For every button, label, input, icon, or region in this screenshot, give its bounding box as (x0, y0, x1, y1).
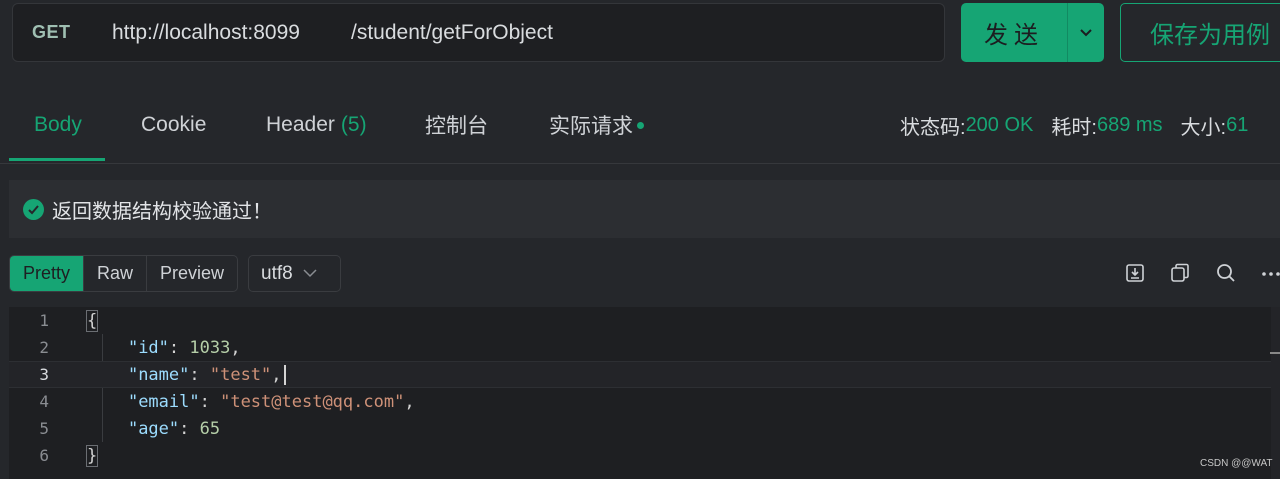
json-key: "id" (127, 337, 169, 358)
more-icon[interactable] (1258, 260, 1280, 286)
code-line: 2 "id": 1033, (9, 334, 1271, 361)
json-key: "name" (127, 364, 190, 385)
line-number: 6 (39, 446, 49, 465)
json-value: 65 (199, 418, 221, 439)
send-dropdown[interactable] (1068, 28, 1104, 38)
line-number: 2 (39, 338, 49, 357)
chevron-down-icon (303, 269, 317, 278)
active-tab-indicator (9, 158, 105, 161)
view-mode-pretty[interactable]: Pretty (10, 256, 84, 291)
tab-actual-request-label: 实际请求 (549, 115, 633, 138)
code-line: 5 "age": 65 (9, 415, 1271, 442)
json-comma: , (271, 364, 282, 385)
tab-header[interactable]: Header (5) (266, 86, 367, 164)
size-label: 大小: (1180, 116, 1227, 139)
encoding-select[interactable]: utf8 (248, 255, 341, 292)
check-circle-icon (23, 198, 44, 220)
code-line: 1 { (9, 307, 1271, 334)
header-count-badge: (5) (340, 113, 367, 136)
status-code-value: 200 OK (965, 113, 1034, 136)
send-button[interactable]: 发送 (961, 3, 1104, 62)
scrollbar-thumb[interactable] (1270, 352, 1280, 354)
line-number: 3 (39, 365, 49, 384)
copy-icon[interactable] (1167, 260, 1193, 286)
text-caret (283, 364, 286, 385)
time-value: 689 ms (1096, 113, 1163, 136)
encoding-value: utf8 (261, 262, 293, 284)
save-as-case-button[interactable]: 保存为用例 (1120, 3, 1280, 62)
response-metrics: 状态码: 200 OK 耗时: 689 ms 大小: 61 (900, 86, 1266, 164)
tab-console[interactable]: 控制台 (425, 86, 488, 164)
url-bar[interactable]: GET http://localhost:8099 /student/getFo… (12, 3, 945, 62)
json-close-brace: } (85, 444, 99, 467)
line-number: 5 (39, 419, 49, 438)
code-line: 6 } (9, 442, 1271, 469)
code-line: 4 "email": "test@test@qq.com", (9, 388, 1271, 415)
view-mode-switch: Pretty Raw Preview (9, 255, 239, 292)
view-mode-preview[interactable]: Preview (146, 256, 237, 291)
code-line-current: 3 "name": "test", (9, 361, 1271, 388)
json-key: "age" (127, 418, 180, 439)
tab-header-label: Header (266, 113, 335, 136)
tab-console-label: 控制台 (425, 115, 488, 138)
validation-message: 返回数据结构校验通过！ (52, 200, 272, 223)
url-path[interactable]: /student/getForObject (351, 21, 553, 45)
json-comma: , (404, 391, 415, 412)
download-icon[interactable] (1122, 260, 1148, 286)
json-value: 1033 (189, 337, 231, 358)
json-value: "test@test@qq.com" (220, 391, 405, 412)
response-body-editor[interactable]: 1 { 2 "id": 1033, 3 "name": "test", 4 "e… (9, 307, 1280, 479)
editor-scrollbar[interactable] (1271, 307, 1280, 479)
url-host[interactable]: http://localhost:8099 (112, 21, 300, 45)
tab-body[interactable]: Body (34, 86, 82, 164)
time-label: 耗时: (1051, 116, 1097, 139)
json-key: "email" (127, 391, 200, 412)
tab-actual-request[interactable]: 实际请求 (549, 86, 644, 164)
tab-cookie[interactable]: Cookie (141, 86, 206, 164)
json-open-brace: { (85, 309, 99, 332)
json-value: "test" (209, 364, 272, 385)
status-dot-icon (637, 121, 644, 129)
view-mode-raw[interactable]: Raw (83, 256, 146, 291)
json-comma: , (230, 337, 241, 358)
chevron-down-icon (1080, 28, 1092, 36)
send-button-label: 发送 (984, 22, 1044, 49)
validation-banner: 返回数据结构校验通过！ (9, 180, 1280, 238)
line-number: 4 (39, 392, 49, 411)
method-selector[interactable]: GET (32, 22, 71, 43)
tab-body-label: Body (34, 113, 82, 136)
tab-cookie-label: Cookie (141, 113, 207, 136)
search-icon[interactable] (1213, 260, 1239, 286)
status-code-label: 状态码: (900, 116, 966, 139)
size-value: 61 (1226, 113, 1249, 136)
line-number: 1 (39, 311, 49, 330)
watermark: CSDN @@WAT (1200, 458, 1273, 469)
